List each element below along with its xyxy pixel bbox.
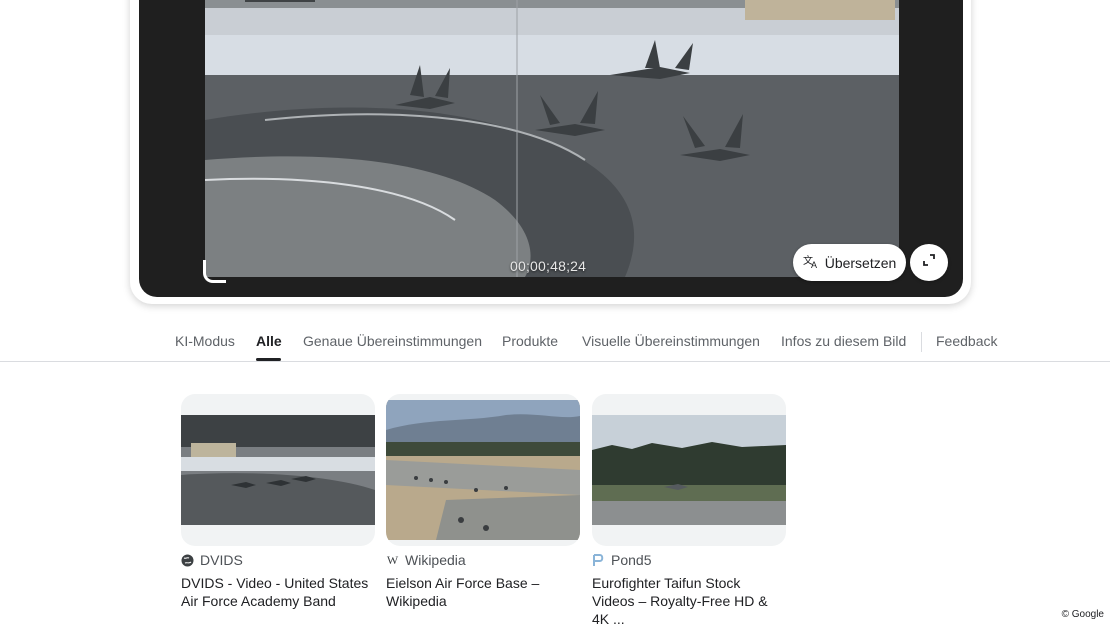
expand-button[interactable]	[910, 244, 948, 281]
pond5-icon	[592, 553, 605, 567]
result-thumbnail[interactable]	[592, 394, 786, 546]
result-source: Pond5	[592, 552, 786, 568]
result-source-name: Wikipedia	[405, 552, 466, 568]
tab-infos-zu-diesem-bild[interactable]: Infos zu diesem Bild	[781, 333, 906, 349]
tab-visuelle-uebereinstimmungen[interactable]: Visuelle Übereinstimmungen	[582, 333, 760, 349]
translate-button-label: Übersetzen	[824, 254, 897, 271]
crop-handle-corner[interactable]	[203, 260, 226, 283]
video-frame	[205, 0, 899, 277]
search-tabs: KI-Modus Alle Genaue Übereinstimmungen P…	[0, 325, 1110, 362]
tab-alle[interactable]: Alle	[256, 333, 282, 349]
tab-feedback[interactable]: Feedback	[936, 333, 997, 349]
tab-genaue-uebereinstimmungen[interactable]: Genaue Übereinstimmungen	[303, 333, 482, 349]
active-tab-indicator	[256, 358, 281, 361]
tab-produkte[interactable]: Produkte	[502, 333, 558, 349]
result-source-name: DVIDS	[200, 552, 243, 568]
result-source: DVIDS	[181, 552, 375, 568]
svg-text:A: A	[811, 260, 817, 269]
result-title[interactable]: DVIDS - Video - United States Air Force …	[181, 574, 375, 610]
translate-button[interactable]: 文A Übersetzen	[793, 244, 906, 281]
google-copyright: © Google	[1061, 609, 1104, 620]
result-thumbnail[interactable]	[181, 394, 375, 546]
result-source-name: Pond5	[611, 552, 652, 568]
expand-icon	[922, 253, 936, 272]
result-card[interactable]: Pond5 Eurofighter Taifun Stock Videos – …	[592, 394, 786, 628]
globe-icon	[181, 554, 194, 567]
result-title[interactable]: Eurofighter Taifun Stock Videos – Royalt…	[592, 574, 786, 628]
translate-icon: 文A	[803, 253, 819, 272]
video-timecode: 00;00;48;24	[510, 258, 587, 274]
result-card[interactable]: DVIDS DVIDS - Video - United States Air …	[181, 394, 375, 610]
result-thumbnail[interactable]	[386, 394, 580, 546]
result-title[interactable]: Eielson Air Force Base – Wikipedia	[386, 574, 580, 610]
tab-ki-modus[interactable]: KI-Modus	[175, 333, 235, 349]
result-card[interactable]: W Wikipedia Eielson Air Force Base – Wik…	[386, 394, 580, 610]
result-source: W Wikipedia	[386, 552, 580, 568]
tab-divider	[921, 332, 922, 352]
wikipedia-icon: W	[386, 552, 399, 567]
